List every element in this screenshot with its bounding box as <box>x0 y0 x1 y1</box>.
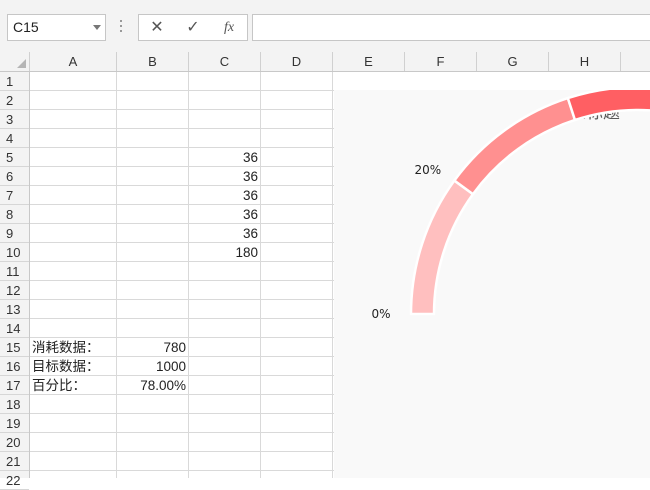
row-header-8[interactable]: 8 <box>0 205 29 224</box>
formula-bar-grip <box>120 20 123 34</box>
row-header-10[interactable]: 10 <box>0 243 29 262</box>
cell-a15[interactable]: 消耗数据： <box>32 338 116 357</box>
row-header-5[interactable]: 5 <box>0 148 29 167</box>
row-header-12[interactable]: 12 <box>0 281 29 300</box>
cell-b17[interactable]: 78.00% <box>117 376 186 395</box>
column-header-e[interactable]: E <box>333 52 405 71</box>
row-header-19[interactable]: 19 <box>0 414 29 433</box>
cell-c10[interactable]: 180 <box>189 243 258 262</box>
row-header-2[interactable]: 2 <box>0 91 29 110</box>
column-header-a[interactable]: A <box>30 52 117 71</box>
row-header-21[interactable]: 21 <box>0 452 29 471</box>
select-all-corner[interactable] <box>0 52 30 71</box>
row-header-11[interactable]: 11 <box>0 262 29 281</box>
row-header-3[interactable]: 3 <box>0 110 29 129</box>
data-label: 20% <box>414 163 441 177</box>
data-label: 0% <box>371 307 390 321</box>
gauge-segment-2[interactable] <box>452 96 577 196</box>
column-header-b[interactable]: B <box>117 52 189 71</box>
row-header-22[interactable]: 22 <box>0 471 29 490</box>
column-header-d[interactable]: D <box>261 52 333 71</box>
column-header-c[interactable]: C <box>189 52 261 71</box>
row-header-7[interactable]: 7 <box>0 186 29 205</box>
cell-b15[interactable]: 780 <box>117 338 186 357</box>
chart-canvas: 图表标题 0%20%40%60% <box>371 90 650 321</box>
cancel-icon[interactable]: ✕ <box>139 15 175 40</box>
row-header-6[interactable]: 6 <box>0 167 29 186</box>
name-box-value: C15 <box>13 19 39 35</box>
column-header-g[interactable]: G <box>477 52 549 71</box>
formula-input[interactable] <box>252 14 650 41</box>
row-header-14[interactable]: 14 <box>0 319 29 338</box>
cell-c5[interactable]: 36 <box>189 148 258 167</box>
cell-c7[interactable]: 36 <box>189 186 258 205</box>
name-box[interactable]: C15 <box>7 14 106 41</box>
row-header-18[interactable]: 18 <box>0 395 29 414</box>
formula-bar: C15 ✕ ✓ fx <box>0 0 650 52</box>
name-box-dropdown-icon[interactable] <box>93 25 101 30</box>
cell-a17[interactable]: 百分比： <box>32 376 116 395</box>
gauge-segment-1[interactable] <box>409 178 475 316</box>
doughnut-gauge-chart[interactable]: 图表标题 0%20%40%60% <box>334 90 650 478</box>
cell-a16[interactable]: 目标数据： <box>32 357 116 376</box>
row-header-17[interactable]: 17 <box>0 376 29 395</box>
row-header-20[interactable]: 20 <box>0 433 29 452</box>
cell-b16[interactable]: 1000 <box>117 357 186 376</box>
column-header-f[interactable]: F <box>405 52 477 71</box>
column-header-h[interactable]: H <box>549 52 621 71</box>
row-header-16[interactable]: 16 <box>0 357 29 376</box>
row-header-1[interactable]: 1 <box>0 72 29 91</box>
cell-c6[interactable]: 36 <box>189 167 258 186</box>
column-header-bar: A B C D E F G H <box>0 52 650 72</box>
row-header-9[interactable]: 9 <box>0 224 29 243</box>
cell-c8[interactable]: 36 <box>189 205 258 224</box>
cell-c9[interactable]: 36 <box>189 224 258 243</box>
formula-buttons: ✕ ✓ fx <box>138 14 248 41</box>
row-header-13[interactable]: 13 <box>0 300 29 319</box>
enter-icon[interactable]: ✓ <box>175 15 211 40</box>
row-header-bar: 1 2 3 4 5 6 7 8 9 10 11 12 13 14 15 16 17 18 19 20 21 22 <box>0 72 30 490</box>
row-header-15[interactable]: 15 <box>0 338 29 357</box>
row-header-4[interactable]: 4 <box>0 129 29 148</box>
insert-function-icon[interactable]: fx <box>211 15 247 40</box>
